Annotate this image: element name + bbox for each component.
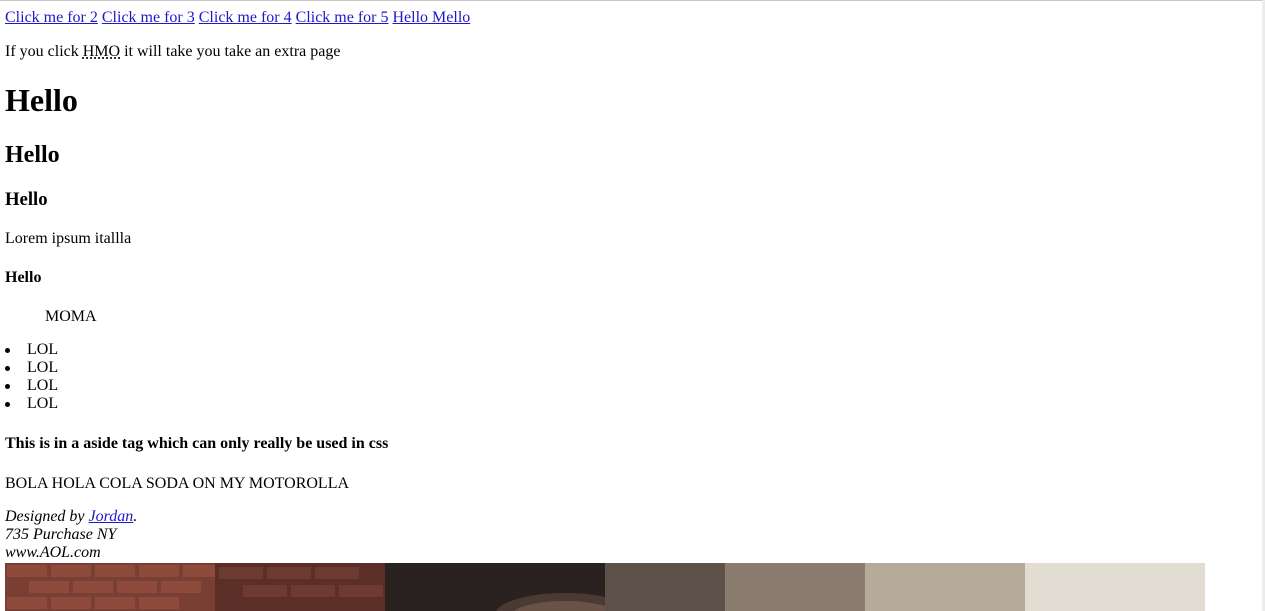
list-item: LOL [5,377,58,395]
bullet-icon [5,384,10,389]
heading-level-1: Hello [5,82,78,118]
bullet-icon [5,402,10,407]
heading-level-4: Hello [5,269,42,286]
intro-text: If you click HMO it will take you take a… [5,42,340,61]
designed-by-prefix: Designed by [5,508,89,525]
blockquote-moma: MOMA [45,308,97,325]
bullet-list: LOL LOL LOL LOL [5,341,58,413]
heading-level-3: Hello [5,189,48,210]
nav-link-page-3[interactable]: Click me for 3 [102,9,195,26]
list-item: LOL [5,359,58,377]
lorem-paragraph: Lorem ipsum itallla [5,230,132,247]
motorolla-paragraph: BOLA HOLA COLA SODA ON MY MOTOROLLA [5,475,350,492]
heading-level-2: Hello [5,142,60,168]
intro-text-before: If you click [5,43,83,60]
nav-link-page-2[interactable]: Click me for 2 [5,9,98,26]
list-item-label: LOL [27,341,59,358]
street-address: 735 Purchase NY [5,526,117,543]
list-item-label: LOL [27,377,59,394]
designed-by-suffix: . [133,508,138,525]
list-item: LOL [5,395,58,413]
designer-link[interactable]: Jordan [89,508,134,525]
window-top-border [0,0,1265,1]
footer-address: Designed by Jordan. 735 Purchase NY www.… [5,508,137,562]
nav-link-page-4[interactable]: Click me for 4 [199,9,292,26]
photo-image [5,563,1205,611]
nav-link-page-5[interactable]: Click me for 5 [296,9,389,26]
list-item-label: LOL [27,395,59,412]
website-text: www.AOL.com [5,544,101,561]
photo-graphic [5,563,1205,611]
nav-link-hello-mello[interactable]: Hello Mello [393,9,471,26]
aside-heading: This is in a aside tag which can only re… [5,435,389,452]
top-nav: Click me for 2 Click me for 3 Click me f… [5,8,470,27]
intro-text-after: it will take you take an extra page [120,43,341,60]
bullet-icon [5,366,10,371]
list-item: LOL [5,341,58,359]
list-item-label: LOL [27,359,59,376]
hmo-abbreviation[interactable]: HMO [83,43,120,60]
bullet-icon [5,348,10,353]
